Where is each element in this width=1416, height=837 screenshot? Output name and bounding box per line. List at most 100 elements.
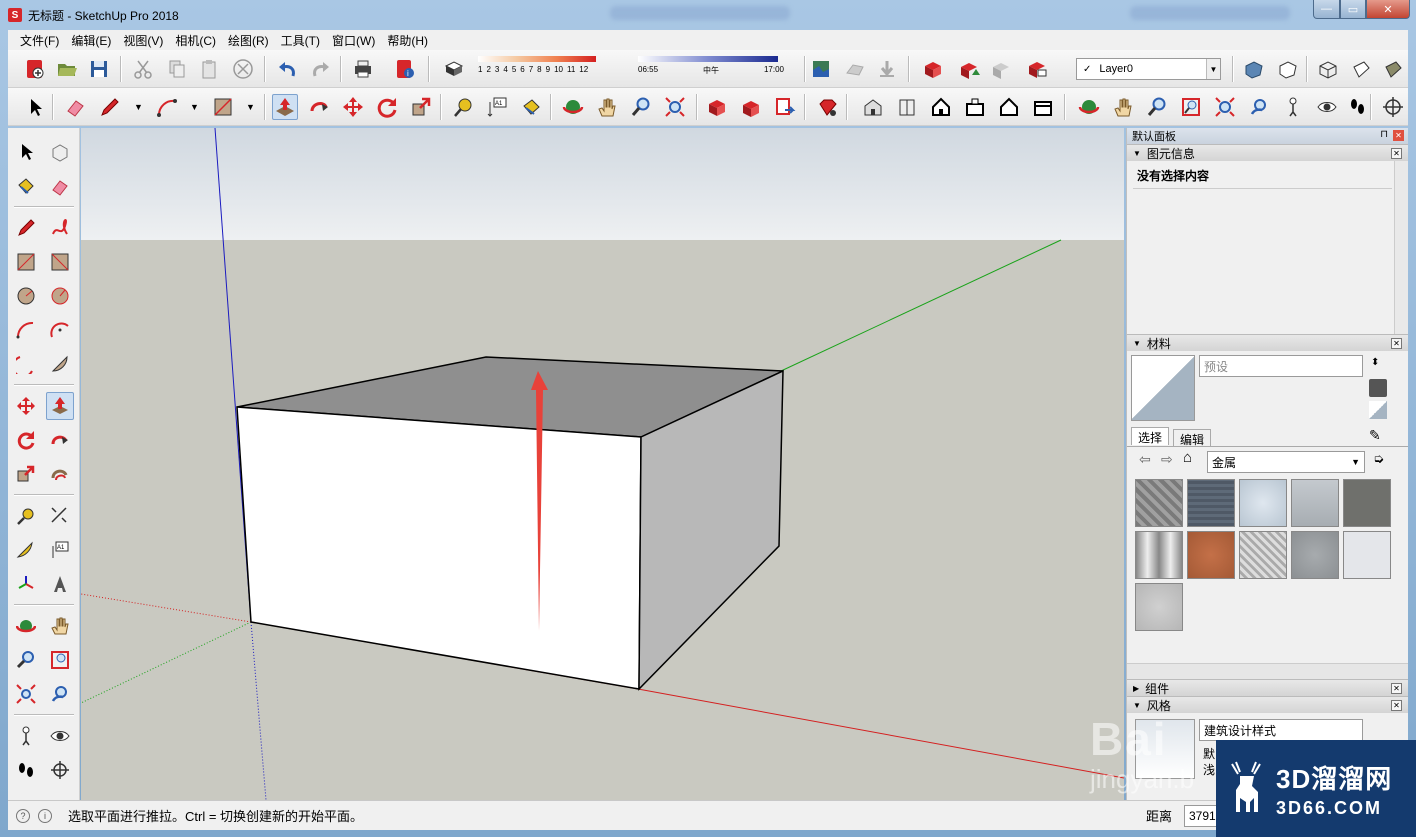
menu-draw[interactable]: 绘图(R)	[222, 32, 275, 49]
palette-axes-button[interactable]	[12, 570, 40, 598]
photo-textures-button[interactable]	[874, 56, 900, 82]
material-swatch[interactable]	[1187, 479, 1235, 527]
chevron-down-icon[interactable]: ▼	[134, 102, 143, 112]
section-plane-button[interactable]	[1380, 94, 1406, 120]
material-swatch[interactable]	[1343, 531, 1391, 579]
menu-file[interactable]: 文件(F)	[14, 32, 65, 49]
palette-select-button[interactable]	[12, 138, 40, 166]
forward-arrow-icon[interactable]: ⇨	[1161, 451, 1173, 468]
palette-section-plane-button[interactable]	[46, 756, 74, 784]
palette-make-component-button[interactable]	[46, 138, 74, 166]
material-swatch[interactable]	[1135, 583, 1183, 631]
palette-tape-measure-button[interactable]	[12, 502, 40, 530]
palette-walk-button[interactable]	[12, 756, 40, 784]
details-arrow-icon[interactable]: ➭	[1373, 451, 1384, 467]
minimize-button[interactable]: —	[1313, 0, 1340, 19]
palette-polygon-button[interactable]	[46, 282, 74, 310]
view-back-button[interactable]	[996, 94, 1022, 120]
palette-push-pull-button[interactable]	[46, 392, 74, 420]
palette-text-button[interactable]: A1	[46, 536, 74, 564]
tab-select[interactable]: 选择	[1131, 427, 1170, 445]
material-swatch[interactable]	[1187, 531, 1235, 579]
redo-button[interactable]	[308, 56, 334, 82]
scale-tool-button[interactable]	[408, 94, 434, 120]
get-models-button[interactable]	[704, 94, 730, 120]
palette-eraser-button[interactable]	[46, 172, 74, 200]
rotate-tool-button[interactable]	[374, 94, 400, 120]
zoom-extents-button-2[interactable]	[1212, 94, 1238, 120]
style-textured-button[interactable]	[1380, 56, 1406, 82]
paste-button[interactable]	[196, 56, 222, 82]
layout-send-button[interactable]	[772, 94, 798, 120]
create-material-icon[interactable]: ⬍	[1371, 357, 1385, 373]
print-button[interactable]	[350, 56, 376, 82]
palette-follow-me-button[interactable]	[46, 426, 74, 454]
view-iso-button[interactable]	[860, 94, 886, 120]
model-viewport[interactable]	[81, 128, 1124, 800]
arc-tool-button[interactable]	[154, 94, 180, 120]
palette-rectangle-button[interactable]	[12, 248, 40, 276]
material-swatch[interactable]	[1239, 531, 1287, 579]
palette-position-camera-button[interactable]	[12, 722, 40, 750]
palette-paint-button[interactable]	[12, 172, 40, 200]
add-location-button[interactable]	[808, 56, 834, 82]
previous-view-button[interactable]	[1246, 94, 1272, 120]
chevron-down-icon[interactable]: ▼	[246, 102, 255, 112]
close-icon[interactable]: ✕	[1391, 700, 1402, 711]
chevron-down-icon[interactable]: ▼	[190, 102, 199, 112]
style-xray-button[interactable]	[1314, 56, 1340, 82]
new-file-button[interactable]	[22, 56, 48, 82]
style-hidden-line-button[interactable]	[1274, 56, 1300, 82]
model-info-button[interactable]: i	[392, 56, 418, 82]
follow-me-tool-button[interactable]	[306, 94, 332, 120]
back-arrow-icon[interactable]: ⇦	[1139, 451, 1151, 468]
zoom-window-button[interactable]	[1178, 94, 1204, 120]
scrollbar[interactable]	[1394, 161, 1408, 334]
rectangle-tool-button[interactable]	[210, 94, 236, 120]
3d-warehouse-button[interactable]	[920, 56, 946, 82]
entity-info-header[interactable]: ▼ 图元信息 ✕	[1127, 144, 1408, 161]
palette-2point-arc-button[interactable]	[46, 316, 74, 344]
palette-3point-arc-button[interactable]	[12, 350, 40, 378]
palette-look-around-button[interactable]	[46, 722, 74, 750]
palette-3d-text-button[interactable]	[46, 570, 74, 598]
share-model-button[interactable]	[956, 56, 982, 82]
ruby-console-button[interactable]	[814, 94, 840, 120]
dimension-tool-button[interactable]: A1	[484, 94, 510, 120]
pin-icon[interactable]: ⊓	[1380, 129, 1388, 140]
tab-edit[interactable]: 编辑	[1173, 429, 1212, 447]
toggle-terrain-button[interactable]	[842, 56, 868, 82]
style-name-field[interactable]: 建筑设计样式	[1199, 719, 1363, 741]
move-tool-button[interactable]	[340, 94, 366, 120]
palette-rotated-rectangle-button[interactable]	[46, 248, 74, 276]
style-shaded-button[interactable]	[1240, 56, 1266, 82]
shadow-time-slider[interactable]: 06:55 中午 17:00	[638, 56, 784, 76]
extension-warehouse-button[interactable]	[1024, 56, 1050, 82]
material-swatch[interactable]	[1135, 531, 1183, 579]
palette-line-button[interactable]	[12, 214, 40, 242]
walk-button[interactable]	[1344, 94, 1370, 120]
palette-orbit-button[interactable]	[12, 612, 40, 640]
close-icon[interactable]: ✕	[1391, 338, 1402, 349]
palette-offset-button[interactable]	[46, 460, 74, 488]
share-model-button-2[interactable]	[738, 94, 764, 120]
material-swatch[interactable]	[1135, 479, 1183, 527]
material-swatch[interactable]	[1291, 531, 1339, 579]
delete-button[interactable]	[230, 56, 256, 82]
style-back-edges-button[interactable]	[1348, 56, 1374, 82]
palette-zoom-extents-button[interactable]	[12, 680, 40, 708]
info-icon[interactable]: i	[38, 808, 52, 823]
cut-button[interactable]	[130, 56, 156, 82]
palette-arc-button[interactable]	[12, 316, 40, 344]
view-top-button[interactable]	[894, 94, 920, 120]
material-name-field[interactable]: 预设	[1199, 355, 1363, 377]
view-left-button[interactable]	[1030, 94, 1056, 120]
menu-tools[interactable]: 工具(T)	[275, 32, 326, 49]
maximize-button[interactable]: ▭	[1340, 0, 1366, 19]
paint-bucket-tool-button[interactable]	[518, 94, 544, 120]
geolocation-icon[interactable]: ?	[16, 808, 30, 823]
undo-button[interactable]	[274, 56, 300, 82]
view-right-button[interactable]	[962, 94, 988, 120]
material-library-select[interactable]: 金属 ▼	[1207, 451, 1365, 473]
palette-circle-button[interactable]	[12, 282, 40, 310]
